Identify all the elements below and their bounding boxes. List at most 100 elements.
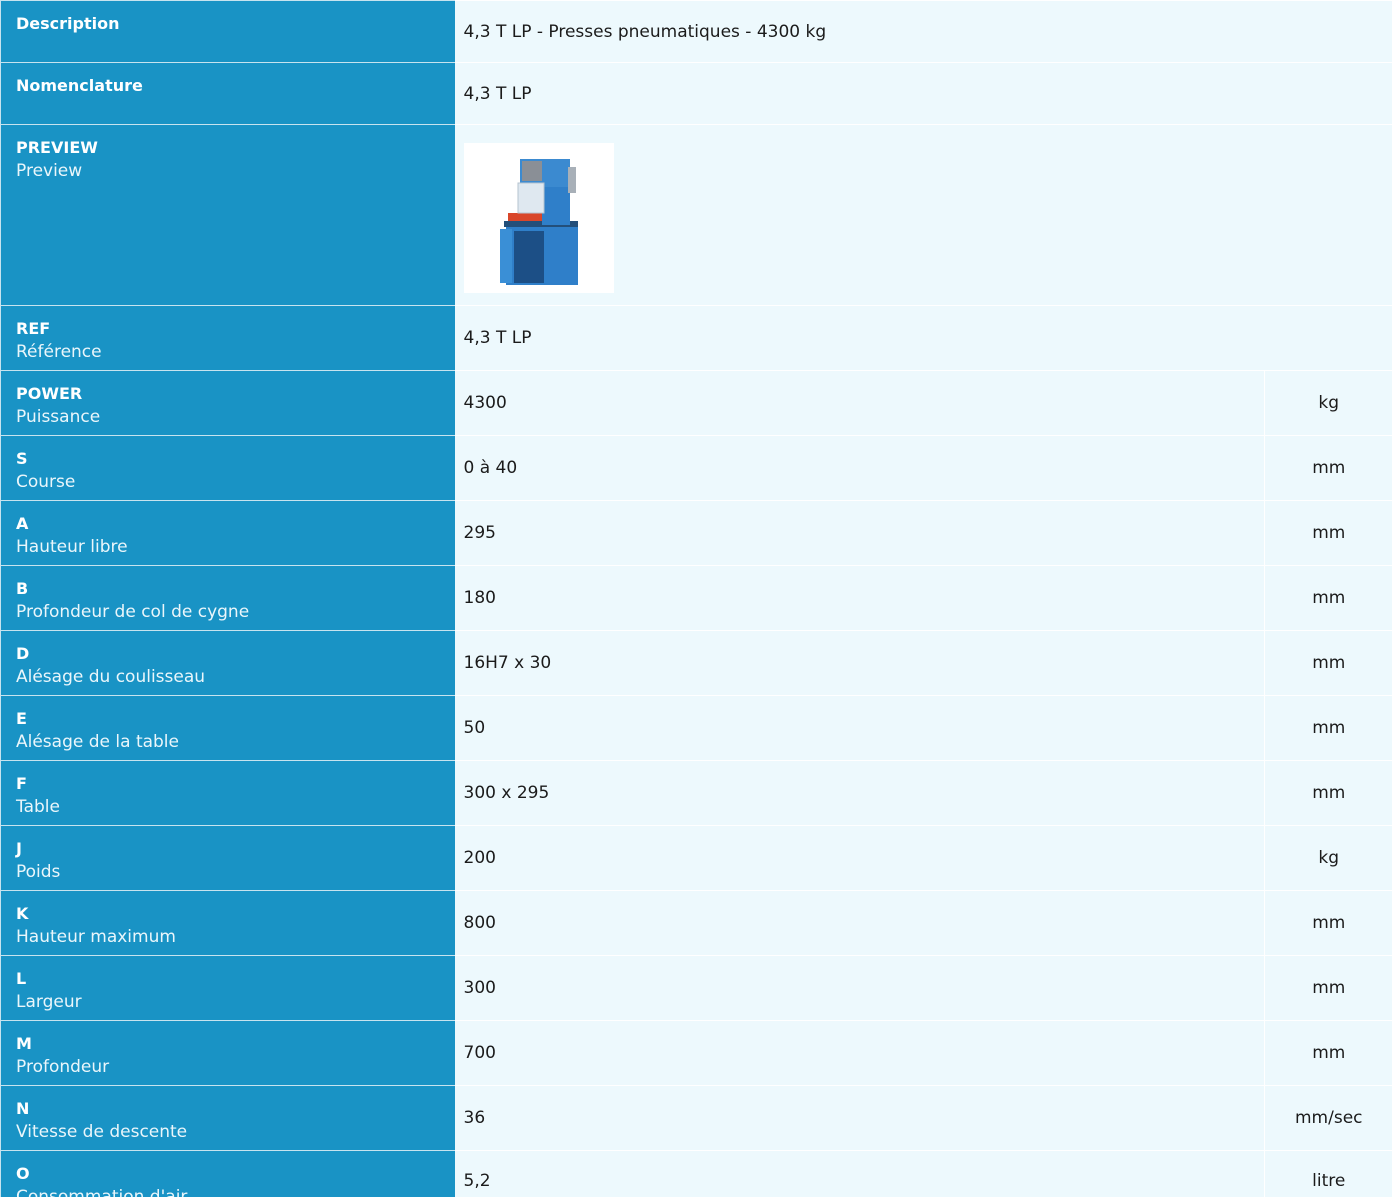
row-unit: mm: [1264, 500, 1392, 566]
row-unit: kg: [1264, 825, 1392, 891]
row-code: L: [16, 969, 27, 988]
row-label: D Alésage du coulisseau: [0, 630, 455, 696]
table-row: K Hauteur maximum 800 mm: [0, 890, 1392, 956]
row-value: 300 x 295: [454, 760, 1265, 826]
row-code: K: [16, 904, 29, 923]
row-name: Alésage du coulisseau: [16, 667, 206, 687]
press-illustration: [499, 159, 578, 285]
row-name: Puissance: [16, 407, 101, 427]
row-unit: mm: [1264, 955, 1392, 1021]
row-code: O: [16, 1164, 30, 1183]
row-label: K Hauteur maximum: [0, 890, 455, 956]
row-value: 295: [454, 500, 1265, 566]
row-code: D: [16, 644, 30, 663]
table-row: A Hauteur libre 295 mm: [0, 500, 1392, 566]
row-unit: mm/sec: [1264, 1085, 1392, 1151]
row-label: N Vitesse de descente: [0, 1085, 455, 1151]
row-code: M: [16, 1034, 32, 1053]
row-unit: mm: [1264, 760, 1392, 826]
row-code: A: [16, 514, 29, 533]
row-unit: mm: [1264, 695, 1392, 761]
row-name: Consommation d'air: [16, 1187, 188, 1197]
table-row: E Alésage de la table 50 mm: [0, 695, 1392, 761]
row-value: 4300: [454, 370, 1265, 436]
row-name: Hauteur libre: [16, 537, 128, 557]
row-value: 700: [454, 1020, 1265, 1086]
row-name: Preview: [16, 161, 83, 181]
row-code: B: [16, 579, 29, 598]
row-code: E: [16, 709, 27, 728]
row-value: 5,2: [454, 1150, 1265, 1197]
row-label: POWER Puissance: [0, 370, 455, 436]
table-row: PREVIEW Preview: [0, 124, 1392, 306]
table-row: M Profondeur 700 mm: [0, 1020, 1392, 1086]
row-name: Référence: [16, 342, 102, 362]
row-label: Description: [0, 0, 455, 63]
row-label: S Course: [0, 435, 455, 501]
row-unit: kg: [1264, 370, 1392, 436]
row-label: E Alésage de la table: [0, 695, 455, 761]
row-code: Nomenclature: [16, 76, 143, 95]
row-name: Profondeur de col de cygne: [16, 602, 250, 622]
table-row: Nomenclature 4,3 T LP: [0, 62, 1392, 125]
row-code: PREVIEW: [16, 138, 98, 157]
table-row: POWER Puissance 4300 kg: [0, 370, 1392, 436]
table-row: REF Référence 4,3 T LP: [0, 305, 1392, 371]
press-leg: [499, 229, 512, 283]
row-label: PREVIEW Preview: [0, 124, 455, 306]
row-name: Table: [16, 797, 60, 817]
press-cylinder: [521, 161, 542, 181]
row-name: Poids: [16, 862, 61, 882]
row-code: J: [16, 839, 22, 858]
row-name: Largeur: [16, 992, 82, 1012]
row-label: J Poids: [0, 825, 455, 891]
pneumatic-press-image[interactable]: [463, 143, 614, 293]
row-value: 4,3 T LP: [454, 62, 1392, 125]
spec-table: Description 4,3 T LP - Presses pneumatiq…: [0, 0, 1392, 1197]
row-name: Vitesse de descente: [16, 1122, 188, 1142]
row-name: Hauteur maximum: [16, 927, 176, 947]
row-label: O Consommation d'air: [0, 1150, 455, 1197]
row-value: 0 à 40: [454, 435, 1265, 501]
row-label: REF Référence: [0, 305, 455, 371]
row-unit: mm: [1264, 1020, 1392, 1086]
row-value: 4,3 T LP: [454, 305, 1392, 371]
row-value: 180: [454, 565, 1265, 631]
row-code: REF: [16, 319, 51, 338]
row-name: Alésage de la table: [16, 732, 179, 752]
row-label: M Profondeur: [0, 1020, 455, 1086]
table-row: O Consommation d'air 5,2 litre: [0, 1150, 1392, 1197]
table-row: D Alésage du coulisseau 16H7 x 30 mm: [0, 630, 1392, 696]
row-unit: mm: [1264, 630, 1392, 696]
row-value: 4,3 T LP - Presses pneumatiques - 4300 k…: [454, 0, 1392, 63]
row-label: L Largeur: [0, 955, 455, 1021]
row-label: F Table: [0, 760, 455, 826]
press-stand-shadow: [513, 231, 544, 283]
press-control: [567, 167, 576, 193]
row-name: Course: [16, 472, 76, 492]
row-value: 200: [454, 825, 1265, 891]
row-unit: mm: [1264, 565, 1392, 631]
row-label: Nomenclature: [0, 62, 455, 125]
row-unit: mm: [1264, 435, 1392, 501]
table-row: J Poids 200 kg: [0, 825, 1392, 891]
row-name: Profondeur: [16, 1057, 110, 1077]
table-row: N Vitesse de descente 36 mm/sec: [0, 1085, 1392, 1151]
table-row: F Table 300 x 295 mm: [0, 760, 1392, 826]
row-value: 800: [454, 890, 1265, 956]
row-unit: mm: [1264, 890, 1392, 956]
row-value: [454, 124, 1392, 306]
table-row: L Largeur 300 mm: [0, 955, 1392, 1021]
row-code: S: [16, 449, 28, 468]
row-code: F: [16, 774, 27, 793]
table-row: S Course 0 à 40 mm: [0, 435, 1392, 501]
row-value: 50: [454, 695, 1265, 761]
row-value: 36: [454, 1085, 1265, 1151]
row-code: Description: [16, 14, 120, 33]
row-label: A Hauteur libre: [0, 500, 455, 566]
press-guard: [517, 182, 544, 214]
row-unit: litre: [1264, 1150, 1392, 1197]
row-value: 16H7 x 30: [454, 630, 1265, 696]
row-code: POWER: [16, 384, 83, 403]
row-value: 300: [454, 955, 1265, 1021]
